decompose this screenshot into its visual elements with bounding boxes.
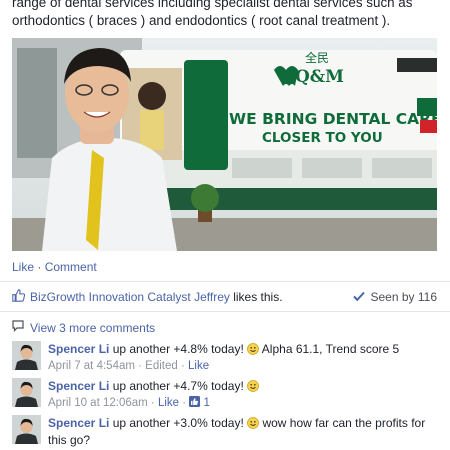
avatar[interactable] xyxy=(12,415,41,444)
comment-like-link[interactable]: Like xyxy=(158,397,179,409)
comment-edited[interactable]: Edited xyxy=(145,360,178,372)
dental-van-photo: 全民 Q&M WE BRING DENTAL CARE CLOSER TO YO… xyxy=(12,38,437,251)
seen-by[interactable]: Seen by 116 xyxy=(353,290,437,305)
comment-timestamp[interactable]: April 7 at 4:54am xyxy=(48,360,135,372)
comment-text: up another +3.0% today! xyxy=(109,416,248,430)
comment-author[interactable]: Spencer Li xyxy=(48,416,109,430)
comment-link[interactable]: Comment xyxy=(45,260,97,274)
avatar[interactable] xyxy=(12,378,41,407)
comment-like-count[interactable]: 1 xyxy=(204,397,210,409)
comment-text: up another +4.8% today! xyxy=(109,342,248,356)
liker-name[interactable]: BizGrowth Innovation Catalyst Jeffrey xyxy=(30,290,230,304)
like-link[interactable]: Like xyxy=(12,260,34,274)
post-actions: Like · Comment xyxy=(12,260,97,274)
post-photo[interactable]: 全民 Q&M WE BRING DENTAL CARE CLOSER TO YO… xyxy=(12,38,437,251)
divider xyxy=(0,311,450,312)
action-separator: · xyxy=(34,260,45,274)
van-logo-chinese: 全民 xyxy=(305,50,329,65)
thumbs-up-icon xyxy=(189,396,201,409)
comment-author[interactable]: Spencer Li xyxy=(48,379,109,393)
comment-text: Alpha 61.1, Trend score 5 xyxy=(259,342,400,356)
comment-item: Spencer Li up another +4.8% today! Alpha… xyxy=(12,341,437,375)
van-logo-brand: Q&M xyxy=(295,67,344,87)
smiley-icon xyxy=(247,417,260,429)
view-more-comments[interactable]: View 3 more comments xyxy=(12,320,155,335)
van-slogan-line2: CLOSER TO YOU xyxy=(262,130,383,146)
comment-item: Spencer Li up another +3.0% today! wow h… xyxy=(12,415,437,449)
check-icon xyxy=(353,290,366,305)
smiley-icon xyxy=(247,343,260,355)
van-slogan-line1: WE BRING DENTAL CARE xyxy=(229,110,437,128)
comment-author[interactable]: Spencer Li xyxy=(48,342,109,356)
view-more-label[interactable]: View 3 more comments xyxy=(30,321,155,335)
thumbs-up-icon xyxy=(12,289,26,305)
divider xyxy=(0,281,450,282)
likes-row: BizGrowth Innovation Catalyst Jeffrey li… xyxy=(12,289,437,305)
comment-like-link[interactable]: Like xyxy=(188,360,209,372)
avatar[interactable] xyxy=(12,341,41,370)
likes-suffix: likes this. xyxy=(229,290,283,304)
seen-label: Seen by xyxy=(370,290,415,304)
comment-bubble-icon xyxy=(12,320,24,335)
post-text: range of dental services including speci… xyxy=(12,0,413,28)
comment-timestamp[interactable]: April 10 at 12:06am xyxy=(48,397,148,409)
smiley-icon xyxy=(247,380,260,392)
comment-item: Spencer Li up another +4.7% today! April… xyxy=(12,378,437,412)
comment-text: up another +4.7% today! xyxy=(109,379,248,393)
seen-count: 116 xyxy=(417,290,437,304)
